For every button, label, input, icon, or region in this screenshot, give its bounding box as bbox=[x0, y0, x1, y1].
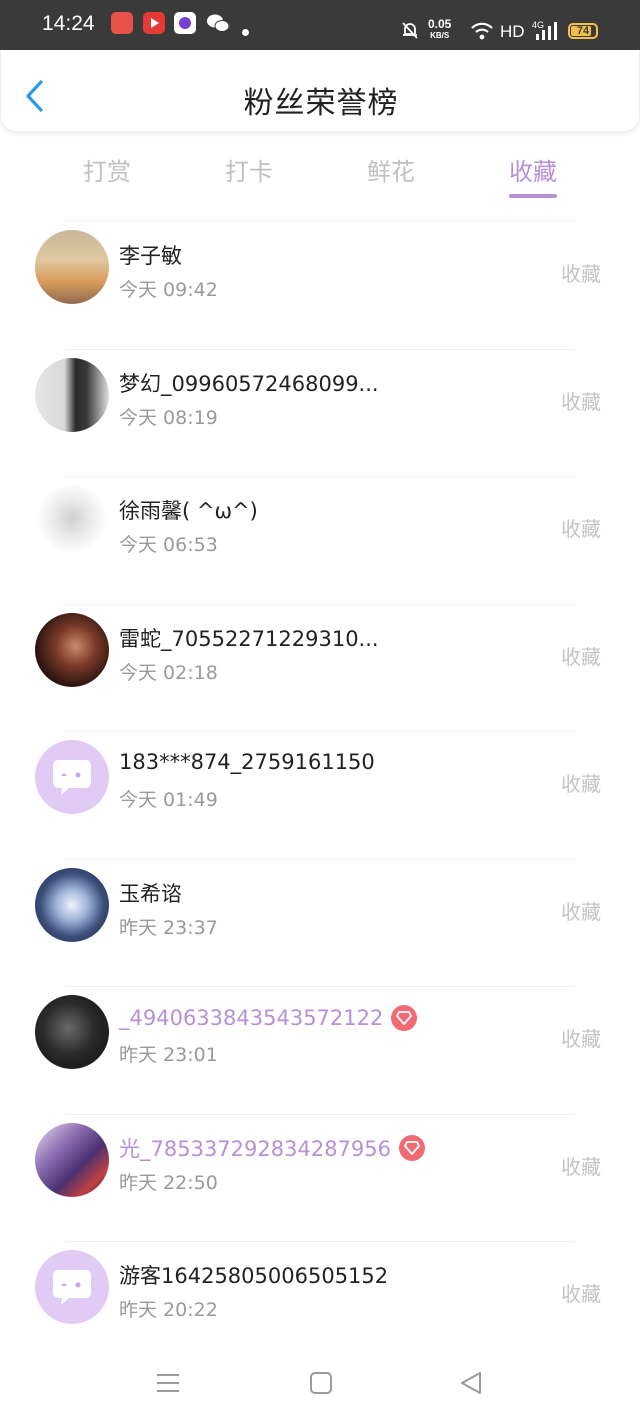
menu-icon[interactable] bbox=[155, 1370, 181, 1396]
avatar[interactable] bbox=[35, 485, 109, 559]
collect-label: 收藏 bbox=[561, 772, 601, 796]
user-name: 雷蛇_70552271229310... bbox=[119, 626, 379, 651]
user-name: 光_785337292834287956 bbox=[119, 1133, 425, 1163]
app-notification-icon bbox=[111, 12, 133, 34]
collect-label: 收藏 bbox=[561, 1154, 601, 1179]
more-notifications-icon bbox=[242, 29, 249, 36]
system-nav-bar bbox=[0, 1352, 640, 1422]
divider bbox=[65, 220, 575, 221]
user-name: 梦幻_09960572468099... bbox=[119, 371, 379, 396]
list-item[interactable]: 雷蛇_70552271229310... 今天 02:18 收藏 bbox=[0, 605, 640, 732]
collect-time: 昨天 23:37 bbox=[119, 916, 218, 939]
user-name: _4940633843543572122 bbox=[119, 1005, 418, 1031]
network-speed: 0.05 KB/S bbox=[428, 17, 452, 40]
list-item[interactable]: 游客16425805006505152 昨天 20:22 收藏 bbox=[0, 1242, 640, 1370]
user-name: 183***874_2759161150 bbox=[119, 750, 375, 774]
hd-indicator: HD bbox=[500, 22, 525, 41]
avatar[interactable] bbox=[35, 1122, 109, 1197]
list-item[interactable]: 徐雨馨( ^ω^) 今天 06:53 收藏 bbox=[0, 477, 640, 605]
user-name-text: _4940633843543572122 bbox=[119, 1006, 384, 1030]
default-avatar-icon bbox=[53, 1270, 91, 1305]
home-icon[interactable] bbox=[308, 1370, 334, 1396]
tab-bar: 打赏 打卡 鲜花 收藏 bbox=[0, 140, 640, 210]
user-name: 游客16425805006505152 bbox=[119, 1264, 389, 1288]
tab-checkin[interactable]: 打卡 bbox=[225, 152, 273, 187]
avatar[interactable] bbox=[35, 612, 109, 687]
collect-time: 今天 02:18 bbox=[119, 661, 218, 684]
avatar[interactable] bbox=[35, 995, 109, 1069]
user-name-text: 光_785337292834287956 bbox=[119, 1136, 391, 1161]
vip-badge-icon bbox=[391, 1005, 418, 1031]
collect-time: 今天 09:42 bbox=[119, 279, 218, 301]
collect-label: 收藏 bbox=[561, 389, 601, 414]
app-notification-icon bbox=[174, 12, 196, 34]
list-item[interactable]: 梦幻_09960572468099... 今天 08:19 收藏 bbox=[0, 350, 640, 477]
collect-label: 收藏 bbox=[561, 644, 601, 669]
tab-reward[interactable]: 打赏 bbox=[83, 152, 131, 187]
tab-collect[interactable]: 收藏 bbox=[509, 152, 557, 187]
user-name: 李子敏 bbox=[119, 244, 182, 268]
user-name: 徐雨馨( ^ω^) bbox=[119, 499, 258, 523]
list-item[interactable]: _4940633843543572122 昨天 23:01 收藏 bbox=[0, 987, 640, 1115]
list-item[interactable]: 光_785337292834287956 昨天 22:50 收藏 bbox=[0, 1115, 640, 1242]
collect-label: 收藏 bbox=[561, 262, 601, 286]
mute-bell-icon bbox=[402, 22, 418, 39]
avatar[interactable] bbox=[35, 740, 109, 814]
vip-badge-icon bbox=[399, 1134, 425, 1161]
list-item[interactable]: 183***874_2759161150 今天 01:49 收藏 bbox=[0, 732, 640, 860]
video-app-notification-icon bbox=[143, 12, 165, 34]
active-tab-indicator bbox=[509, 194, 557, 198]
app-header: 粉丝荣誉榜 bbox=[0, 50, 640, 132]
collect-time: 昨天 20:22 bbox=[119, 1299, 218, 1321]
list-item[interactable]: 李子敏 今天 09:42 收藏 bbox=[0, 222, 640, 350]
collect-label: 收藏 bbox=[561, 1282, 601, 1306]
wifi-icon bbox=[471, 22, 493, 40]
collect-time: 今天 08:19 bbox=[119, 406, 218, 429]
collect-time: 昨天 22:50 bbox=[119, 1171, 218, 1194]
signal-icon: 4G bbox=[532, 20, 560, 42]
collect-time: 今天 06:53 bbox=[119, 534, 218, 556]
back-triangle-icon[interactable] bbox=[458, 1370, 484, 1396]
avatar[interactable] bbox=[35, 230, 109, 304]
collect-label: 收藏 bbox=[561, 1027, 601, 1051]
collect-time: 今天 01:49 bbox=[119, 789, 218, 811]
collect-label: 收藏 bbox=[561, 899, 601, 924]
collect-time: 昨天 23:01 bbox=[119, 1044, 218, 1066]
wechat-icon bbox=[206, 12, 230, 34]
default-avatar-icon bbox=[53, 760, 91, 795]
tab-flowers[interactable]: 鲜花 bbox=[367, 152, 415, 187]
user-name: 玉希谘 bbox=[119, 881, 182, 906]
battery-indicator: 74 bbox=[568, 23, 598, 39]
status-time: 14:24 bbox=[42, 12, 95, 35]
collect-label: 收藏 bbox=[561, 517, 601, 541]
status-bar: 14:24 0.05 KB/S HD 4G 74 bbox=[0, 0, 640, 50]
list-item[interactable]: 玉希谘 昨天 23:37 收藏 bbox=[0, 860, 640, 987]
avatar[interactable] bbox=[35, 357, 109, 432]
page-title: 粉丝荣誉榜 bbox=[243, 86, 399, 121]
avatar[interactable] bbox=[35, 1250, 109, 1324]
avatar[interactable] bbox=[35, 867, 109, 942]
